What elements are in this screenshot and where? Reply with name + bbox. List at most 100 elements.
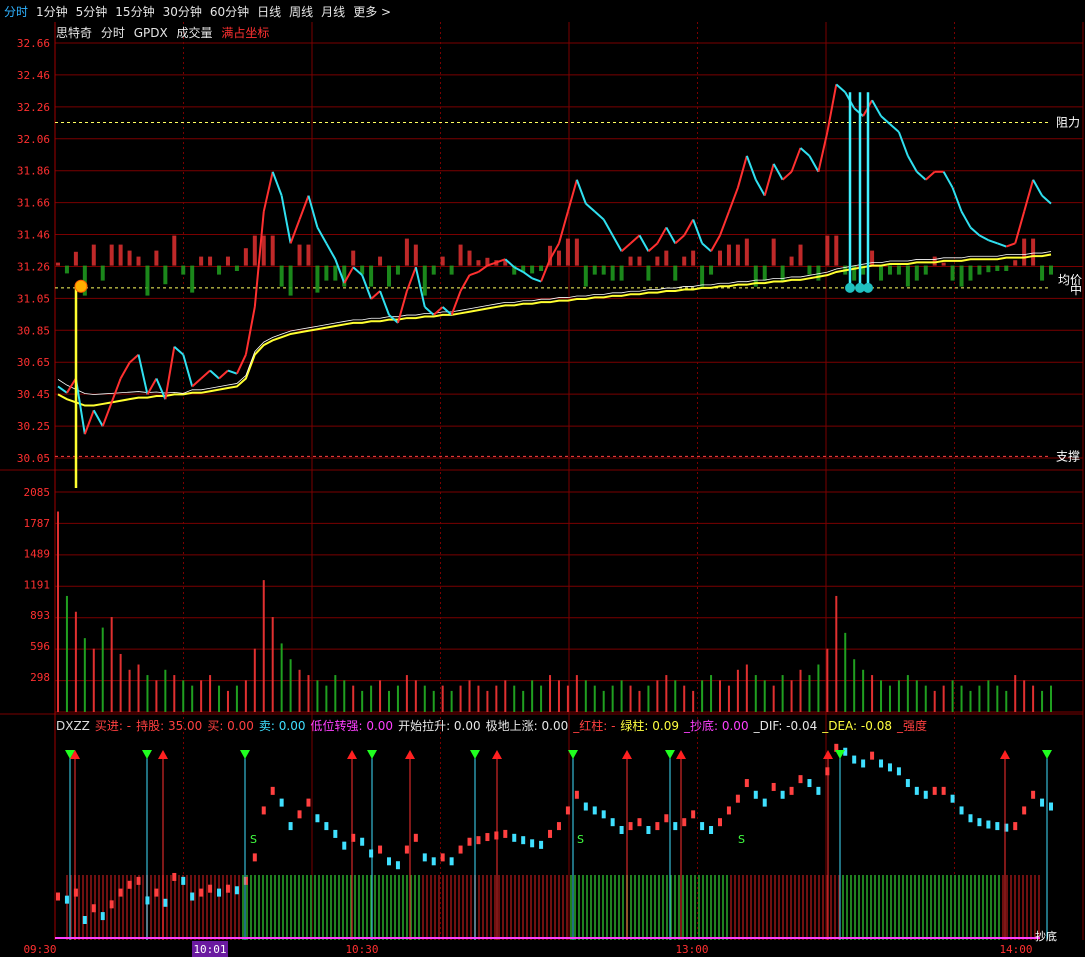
volume-tick-label: 2085 bbox=[24, 486, 51, 499]
price-segment bbox=[719, 211, 730, 236]
indicator-s-label: S bbox=[577, 833, 584, 846]
sell-signal-icon bbox=[863, 282, 873, 293]
indicator-bar bbox=[404, 845, 409, 854]
price-segment bbox=[459, 274, 471, 292]
price-tick-label: 32.06 bbox=[17, 133, 50, 146]
momentum-bar bbox=[726, 244, 731, 266]
price-segment bbox=[119, 362, 131, 379]
price-tick-label: 32.46 bbox=[17, 69, 50, 82]
period-tab-2[interactable]: 5分钟 bbox=[72, 3, 112, 20]
volume-bar bbox=[396, 685, 399, 712]
period-tab-8[interactable]: 月线 bbox=[317, 3, 349, 20]
support-label: 支撑 bbox=[1056, 448, 1080, 463]
volume-bar bbox=[1023, 680, 1026, 712]
momentum-bar bbox=[199, 256, 204, 266]
price-segment bbox=[1023, 179, 1035, 212]
volume-bar bbox=[575, 675, 578, 712]
legend-mode: 分时 bbox=[100, 26, 125, 40]
period-tab-1[interactable]: 1分钟 bbox=[32, 3, 72, 20]
momentum-bar bbox=[387, 265, 391, 287]
momentum-bar bbox=[243, 248, 248, 266]
volume-bar bbox=[835, 595, 838, 712]
volume-bar bbox=[405, 675, 408, 712]
momentum-bar bbox=[181, 265, 186, 275]
price-segment bbox=[906, 155, 918, 173]
up-arrow-icon bbox=[492, 750, 502, 759]
momentum-bar bbox=[968, 265, 973, 281]
indicator-bar bbox=[467, 837, 472, 846]
resistance-label: 阻力 bbox=[1056, 116, 1080, 130]
momentum-bar bbox=[261, 235, 266, 266]
volume-bar bbox=[531, 680, 534, 712]
volume-bar bbox=[915, 680, 918, 712]
volume-bar bbox=[495, 685, 498, 712]
price-tick-label: 31.05 bbox=[17, 292, 50, 305]
main-legend: 思特奇 分时 GPDX 成交量 满占坐标 bbox=[56, 24, 274, 41]
period-tab-6[interactable]: 日线 bbox=[253, 3, 285, 20]
price-segment bbox=[298, 195, 310, 220]
price-segment bbox=[173, 345, 184, 356]
momentum-bar bbox=[100, 265, 105, 281]
momentum-bar bbox=[127, 250, 132, 266]
indicator-bar bbox=[548, 829, 553, 838]
volume-bar bbox=[683, 685, 686, 712]
momentum-bar bbox=[324, 265, 329, 281]
momentum-bar bbox=[592, 265, 597, 275]
momentum-bar bbox=[369, 265, 374, 287]
period-tab-7[interactable]: 周线 bbox=[285, 3, 317, 20]
period-tab-0[interactable]: 分时 bbox=[0, 3, 32, 20]
indicator-bar bbox=[735, 794, 740, 803]
indicator-bar bbox=[413, 833, 418, 842]
price-segment bbox=[656, 226, 668, 244]
volume-bar bbox=[57, 511, 59, 712]
period-tab-3[interactable]: 15分钟 bbox=[111, 3, 158, 20]
price-segment bbox=[889, 123, 900, 133]
volume-bar bbox=[468, 680, 471, 712]
volume-bar bbox=[1014, 675, 1017, 712]
volume-bar bbox=[504, 680, 507, 712]
price-segment bbox=[620, 242, 632, 253]
period-tab-4[interactable]: 30分钟 bbox=[159, 3, 206, 20]
indicator-bar bbox=[109, 900, 114, 909]
up-arrow-icon bbox=[676, 750, 686, 759]
momentum-bar bbox=[190, 265, 195, 293]
indicator-bar bbox=[709, 826, 714, 834]
price-segment bbox=[101, 401, 113, 427]
volume-bar bbox=[701, 680, 704, 712]
indicator-bar bbox=[646, 826, 651, 834]
indicator-bar bbox=[539, 840, 544, 849]
volume-bar bbox=[933, 690, 936, 712]
indicator-bar bbox=[655, 822, 660, 831]
price-segment bbox=[92, 409, 104, 427]
price-segment bbox=[790, 147, 802, 173]
legend-coord[interactable]: 满占坐标 bbox=[221, 26, 269, 40]
period-tab-5[interactable]: 60分钟 bbox=[206, 3, 253, 20]
grid bbox=[0, 22, 1084, 940]
volume-tick-label: 596 bbox=[30, 640, 50, 653]
indicator-bar bbox=[476, 836, 481, 845]
volume-tick-label: 1787 bbox=[24, 517, 51, 530]
price-segment bbox=[781, 171, 793, 181]
indicator-legend-item-4: 卖: 0.00 bbox=[258, 719, 306, 733]
indicator-bar bbox=[485, 833, 490, 842]
up-arrow-icon bbox=[823, 750, 833, 759]
indicator-bar bbox=[512, 833, 517, 842]
momentum-bar bbox=[530, 265, 535, 274]
indicator-bar bbox=[950, 794, 955, 803]
period-tab-9[interactable]: 更多 > bbox=[349, 3, 395, 20]
legend-gpdx: GPDX bbox=[133, 26, 168, 40]
volume-tick-label: 1489 bbox=[24, 548, 51, 561]
momentum-bar bbox=[163, 265, 168, 285]
time-tick-label: 10:01 bbox=[193, 943, 226, 956]
price-segment bbox=[897, 131, 909, 157]
momentum-bar bbox=[700, 265, 705, 287]
volume-bar bbox=[379, 680, 382, 712]
indicator-bar bbox=[870, 751, 875, 760]
volume-bar bbox=[101, 627, 104, 712]
momentum-bar bbox=[574, 238, 579, 266]
volume-bar bbox=[799, 669, 802, 712]
indicator-bar bbox=[82, 916, 87, 924]
indicator-bar bbox=[387, 857, 391, 866]
volume-bar bbox=[647, 685, 650, 712]
momentum-bar bbox=[154, 250, 159, 266]
